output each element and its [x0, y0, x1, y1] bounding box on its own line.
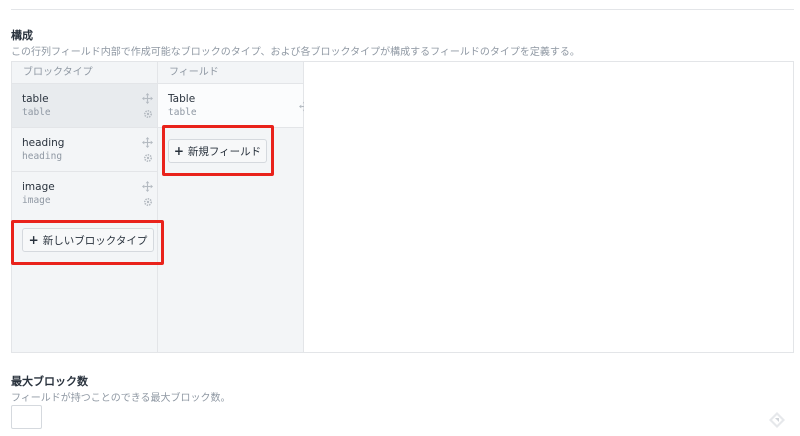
- block-type-handle: image: [22, 195, 51, 206]
- structure-title: 構成: [11, 29, 33, 42]
- gear-icon[interactable]: [143, 197, 153, 207]
- move-icon[interactable]: [142, 181, 153, 192]
- gear-icon[interactable]: [143, 153, 153, 163]
- tag-logo-icon: [769, 412, 785, 428]
- gear-icon[interactable]: [143, 109, 153, 119]
- settings-panel: [304, 62, 793, 352]
- field-name: Table: [168, 93, 196, 105]
- new-block-type-label: 新しいブロックタイプ: [42, 234, 148, 247]
- block-type-handle: heading: [22, 151, 63, 162]
- block-type-name: heading: [22, 137, 65, 149]
- field-handle: table: [168, 107, 197, 118]
- fields-header: フィールド: [158, 62, 303, 84]
- plus-icon: +: [173, 144, 184, 158]
- fields-column: フィールド Table table: [158, 62, 310, 352]
- new-field-button[interactable]: + 新規フィールド: [168, 139, 267, 163]
- structure-description: この行列フィールド内部で作成可能なブロックのタイプ、および各ブロックタイプが構成…: [11, 47, 580, 58]
- block-type-item-table[interactable]: table table: [12, 84, 157, 128]
- block-types-header: ブロックタイプ: [12, 62, 157, 84]
- move-icon[interactable]: [142, 93, 153, 104]
- matrix-configurator: ブロックタイプ table table heading heading imag…: [11, 61, 794, 353]
- max-blocks-description: フィールドが持つことのできる最大ブロック数。: [11, 393, 231, 404]
- block-type-name: image: [22, 181, 55, 193]
- field-item-table[interactable]: Table table: [158, 84, 310, 128]
- block-type-name: table: [22, 93, 49, 105]
- max-blocks-title: 最大ブロック数: [11, 375, 88, 388]
- max-blocks-input[interactable]: [11, 405, 42, 429]
- new-block-type-button[interactable]: + 新しいブロックタイプ: [22, 228, 154, 252]
- block-types-column: ブロックタイプ table table heading heading imag…: [12, 62, 158, 352]
- move-icon[interactable]: [142, 137, 153, 148]
- top-divider: [11, 9, 794, 10]
- new-field-label: 新規フィールド: [187, 145, 262, 158]
- block-type-item-image[interactable]: image image: [12, 172, 157, 216]
- block-type-item-heading[interactable]: heading heading: [12, 128, 157, 172]
- block-type-handle: table: [22, 107, 51, 118]
- plus-icon: +: [28, 233, 39, 247]
